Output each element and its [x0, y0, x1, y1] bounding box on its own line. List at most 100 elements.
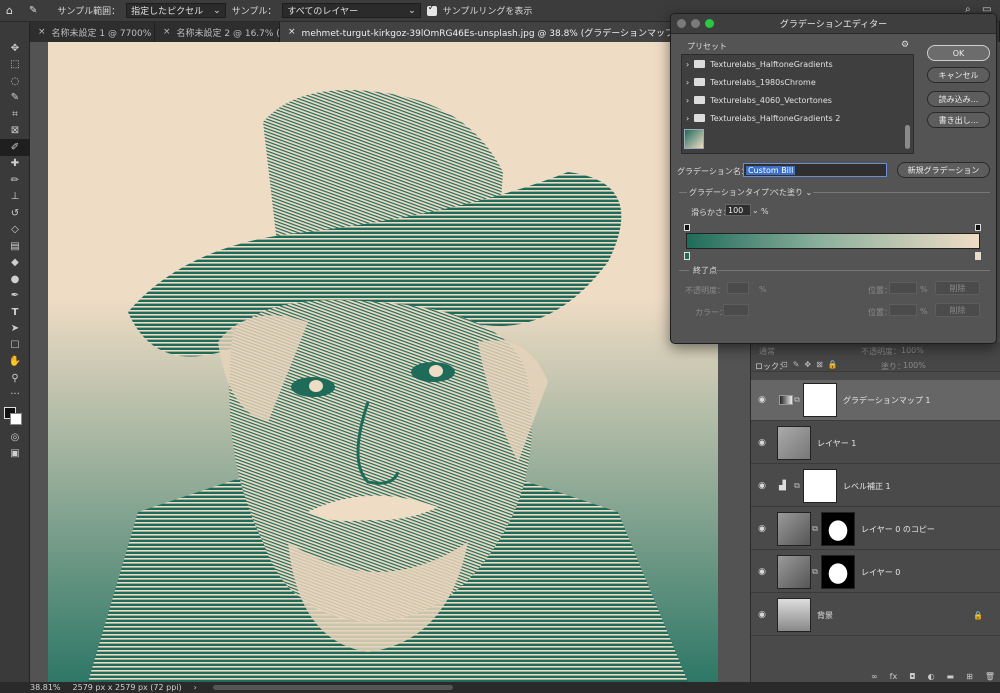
background-color[interactable] — [10, 413, 22, 425]
zoom-window-icon[interactable] — [705, 19, 714, 28]
path-select-icon[interactable]: ➤ — [0, 321, 30, 338]
fill-value[interactable]: 100% — [903, 361, 926, 370]
home-icon[interactable]: ⌂ — [6, 4, 13, 17]
stop-opacity-field[interactable] — [727, 282, 749, 294]
horizontal-scrollbar[interactable] — [212, 685, 453, 690]
document-canvas[interactable] — [48, 42, 718, 682]
eyedropper-tool-icon[interactable]: ✎ — [29, 5, 37, 16]
frame-tool-icon[interactable]: ⊠ — [0, 123, 30, 140]
lock-icons[interactable]: ⊡✎✥⊠🔒 — [781, 360, 843, 369]
sample-select[interactable]: すべてのレイヤー ⌄ — [282, 3, 421, 18]
zoom-level[interactable]: 38.81% — [30, 683, 61, 692]
eye-icon[interactable]: ◉ — [753, 524, 771, 534]
marquee-tool-icon[interactable]: ⬚ — [0, 57, 30, 74]
quick-select-tool-icon[interactable]: ✎ — [0, 90, 30, 107]
chevron-right-icon[interactable]: › — [686, 96, 689, 105]
minimize-window-icon[interactable] — [691, 19, 700, 28]
shape-tool-icon[interactable]: ☐ — [0, 337, 30, 354]
eye-icon[interactable]: ◉ — [753, 481, 771, 491]
close-icon[interactable]: × — [163, 27, 171, 37]
screen-mode-icon[interactable]: ▣ — [0, 446, 30, 463]
close-icon[interactable]: × — [288, 27, 296, 37]
load-button[interactable]: 読み込み... — [927, 91, 990, 107]
layer-thumbnail[interactable] — [777, 555, 811, 589]
new-layer-icon[interactable]: ⊞ — [966, 672, 973, 681]
preset-swatch[interactable] — [684, 129, 704, 149]
chain-link-icon[interactable]: ⧉ — [793, 481, 801, 491]
stop-location-field[interactable] — [889, 282, 917, 294]
color-stop-left[interactable] — [684, 252, 690, 260]
close-icon[interactable]: × — [38, 27, 46, 37]
opacity-stop-left[interactable] — [684, 224, 690, 231]
eye-icon[interactable]: ◉ — [753, 395, 771, 405]
preset-folder[interactable]: › Texturelabs_4060_Vectortones — [682, 91, 913, 109]
hand-tool-icon[interactable]: ✋ — [0, 354, 30, 371]
chevron-right-icon[interactable]: › — [686, 78, 689, 87]
new-gradient-button[interactable]: 新規グラデーション — [897, 162, 990, 178]
preset-folder[interactable]: › Texturelabs_1980sChrome — [682, 73, 913, 91]
gradient-tool-icon[interactable]: ▤ — [0, 238, 30, 255]
pen-tool-icon[interactable]: ✒ — [0, 288, 30, 305]
chevron-right-icon[interactable]: › — [194, 683, 197, 692]
fx-icon[interactable]: fx — [890, 672, 898, 681]
brush-tool-icon[interactable]: ✏ — [0, 172, 30, 189]
color-swatches[interactable] — [0, 403, 30, 429]
more-tools-icon[interactable]: ··· — [0, 387, 30, 404]
export-button[interactable]: 書き出し... — [927, 112, 990, 128]
eyedropper-tool-icon[interactable]: ✐ — [0, 139, 30, 156]
opacity-value[interactable]: 100% — [901, 346, 924, 355]
layer-mask-thumbnail[interactable] — [821, 555, 855, 589]
healing-brush-icon[interactable]: ✚ — [0, 156, 30, 173]
eye-icon[interactable]: ◉ — [753, 438, 771, 448]
close-window-icon[interactable] — [677, 19, 686, 28]
color-location-field[interactable] — [889, 304, 917, 316]
history-brush-icon[interactable]: ↺ — [0, 205, 30, 222]
color-stop-right[interactable] — [975, 252, 981, 260]
link-layers-icon[interactable]: ∞ — [871, 672, 878, 681]
layer-row[interactable]: ◉ ▟ ⧉ レベル補正 1 — [751, 466, 1000, 507]
lasso-tool-icon[interactable]: ◌ — [0, 73, 30, 90]
layer-thumbnail[interactable] — [777, 426, 811, 460]
chevron-right-icon[interactable]: › — [686, 114, 689, 123]
preset-folder[interactable]: › Texturelabs_HalftoneGradients 2 — [682, 109, 913, 127]
preset-list-scrollbar[interactable] — [905, 125, 910, 149]
preset-folder[interactable]: › Texturelabs_HalftoneGradients — [682, 55, 913, 73]
type-tool-icon[interactable]: T — [0, 304, 30, 321]
gradient-type-select[interactable]: べた塗り ⌄ — [771, 187, 812, 198]
crop-tool-icon[interactable]: ⌗ — [0, 106, 30, 123]
layer-row[interactable]: ◉ ⧉ グラデーションマップ 1 — [751, 380, 1000, 421]
blend-mode-select[interactable]: 通常 — [759, 346, 775, 357]
stop-color-swatch[interactable] — [723, 304, 749, 316]
smoothness-field[interactable]: 100 — [725, 204, 751, 216]
color-delete-button[interactable]: 削除 — [935, 303, 980, 317]
move-tool-icon[interactable]: ✥ — [0, 40, 30, 57]
tab-doc-1[interactable]: ×名称未設定 1 @ 7700% (グ... — [30, 22, 155, 42]
chain-link-icon[interactable]: ⧉ — [793, 395, 801, 405]
gradient-name-field[interactable]: Custom Bill — [743, 163, 887, 177]
adjustment-layer-icon[interactable]: ◐ — [928, 672, 935, 681]
layer-row[interactable]: ◉ ⧉ レイヤー 0 のコピー — [751, 509, 1000, 550]
layer-mask-thumbnail[interactable] — [821, 512, 855, 546]
layer-mask-thumbnail[interactable] — [803, 469, 837, 503]
dialog-titlebar[interactable]: グラデーションエディター — [671, 14, 996, 34]
zoom-tool-icon[interactable]: ⚲ — [0, 370, 30, 387]
show-ring-checkbox[interactable] — [426, 3, 437, 16]
cancel-button[interactable]: キャンセル — [927, 67, 990, 83]
layer-thumbnail[interactable] — [777, 512, 811, 546]
opacity-stop-right[interactable] — [975, 224, 981, 231]
add-mask-icon[interactable]: ◘ — [909, 672, 915, 681]
group-icon[interactable]: ▬ — [947, 672, 955, 681]
smoothness-dropdown[interactable]: ⌄ — [752, 206, 759, 215]
chevron-right-icon[interactable]: › — [686, 60, 689, 69]
gradient-bar[interactable] — [686, 233, 980, 249]
layer-row[interactable]: ◉ レイヤー 1 — [751, 423, 1000, 464]
layer-row[interactable]: ◉ 背景 🔒 — [751, 595, 1000, 636]
dodge-tool-icon[interactable]: ● — [0, 271, 30, 288]
quick-mask-icon[interactable]: ◎ — [0, 429, 30, 446]
tab-doc-2[interactable]: ×名称未設定 2 @ 16.7% (グ... — [155, 22, 280, 42]
chain-link-icon[interactable]: ⧉ — [811, 567, 819, 577]
stamp-tool-icon[interactable]: ⊥ — [0, 189, 30, 206]
blur-tool-icon[interactable]: ◆ — [0, 255, 30, 272]
layer-row[interactable]: ◉ ⧉ レイヤー 0 — [751, 552, 1000, 593]
eye-icon[interactable]: ◉ — [753, 610, 771, 620]
